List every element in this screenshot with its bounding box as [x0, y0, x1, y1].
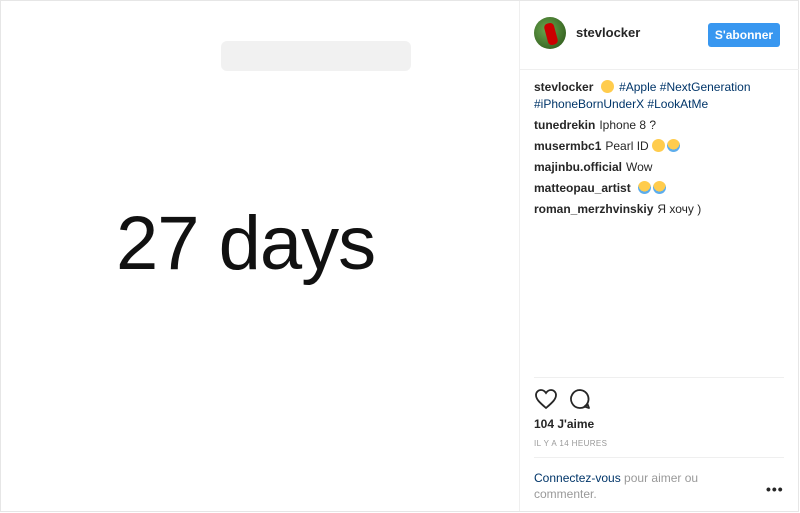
comment-username[interactable]: matteopau_artist [534, 181, 631, 195]
post-header: stevlocker S'abonner [520, 1, 799, 70]
more-options-icon[interactable]: ••• [766, 481, 784, 497]
faint-logo-graphic [221, 41, 411, 71]
scream-emoji-icon [653, 181, 667, 194]
hashtag[interactable]: #NextGeneration [660, 80, 751, 94]
tongue-emoji-icon [652, 139, 666, 152]
action-bar [534, 387, 784, 413]
login-link[interactable]: Connectez-vous [534, 471, 621, 485]
thinking-emoji-icon [600, 80, 614, 93]
hashtag[interactable]: #LookAtMe [647, 97, 708, 111]
hashtag[interactable]: #Apple [619, 80, 656, 94]
avatar[interactable] [534, 17, 566, 49]
divider [534, 377, 784, 378]
comment-icon[interactable] [568, 387, 592, 411]
post-timestamp[interactable]: IL Y A 14 HEURES [534, 439, 607, 448]
comment-list: stevlocker #Apple #NextGeneration #iPhon… [534, 79, 784, 222]
list-item: matteopau_artist [534, 180, 784, 197]
tears-emoji-icon [667, 139, 681, 152]
heart-icon[interactable] [534, 387, 558, 411]
list-item: tunedrekin Iphone 8 ? [534, 117, 784, 134]
list-item: musermbc1 Pearl ID [534, 138, 784, 155]
divider [534, 457, 784, 458]
list-item: majinbu.official Wow [534, 159, 784, 176]
login-prompt: Connectez-vous pour aimer ou commenter. [534, 470, 724, 502]
caption-username[interactable]: stevlocker [534, 80, 593, 94]
comment-username[interactable]: roman_merzhvinskiy [534, 202, 653, 216]
scream-emoji-icon [638, 181, 652, 194]
like-count[interactable]: 104 J'aime [534, 417, 594, 431]
media-text: 27 days [116, 201, 376, 286]
hashtag[interactable]: #iPhoneBornUnderX [534, 97, 644, 111]
comment-username[interactable]: musermbc1 [534, 139, 601, 153]
post-media[interactable]: 27 days [1, 1, 519, 511]
list-item: roman_merzhvinskiy Я хочу ) [534, 201, 784, 218]
follow-button[interactable]: S'abonner [708, 23, 780, 47]
comment-text: Wow [626, 160, 653, 174]
comment-text: Я хочу ) [657, 202, 702, 216]
caption: stevlocker #Apple #NextGeneration #iPhon… [534, 79, 784, 113]
post-side-panel: stevlocker S'abonner stevlocker #Apple #… [519, 1, 799, 511]
comment-text: Pearl ID [605, 139, 649, 153]
header-username[interactable]: stevlocker [576, 25, 640, 40]
comment-username[interactable]: majinbu.official [534, 160, 622, 174]
comment-text: Iphone 8 ? [599, 118, 657, 132]
comment-username[interactable]: tunedrekin [534, 118, 595, 132]
